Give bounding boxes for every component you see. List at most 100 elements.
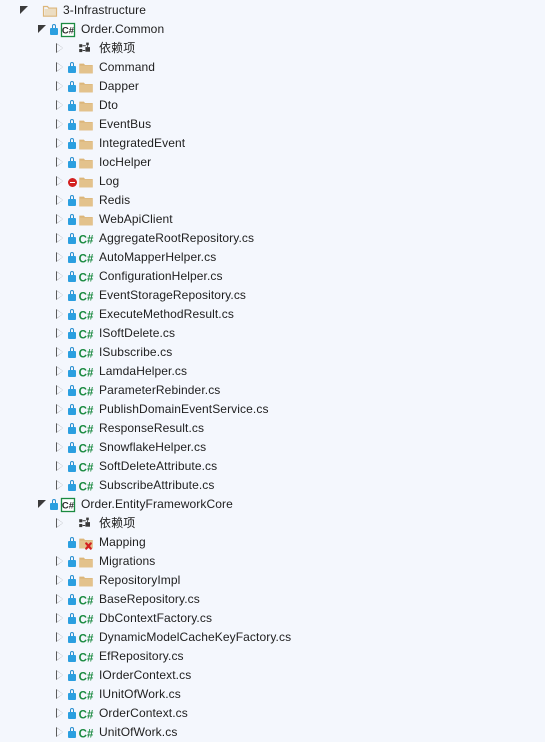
lock-icon bbox=[67, 229, 77, 248]
tree-item[interactable]: C# ParameterRebinder.cs bbox=[0, 381, 545, 400]
tree-item[interactable]: C# SubscribeAttribute.cs bbox=[0, 476, 545, 495]
tree-item[interactable]: C# LamdaHelper.cs bbox=[0, 362, 545, 381]
tree-item[interactable]: C# BaseRepository.cs bbox=[0, 590, 545, 609]
tree-item[interactable]: C# PublishDomainEventService.cs bbox=[0, 400, 545, 419]
tree-item-label: 依赖项 bbox=[99, 516, 136, 530]
tree-item[interactable]: C# OrderContext.cs bbox=[0, 704, 545, 723]
expander-expand-icon[interactable] bbox=[53, 96, 67, 115]
tree-item-label: EventBus bbox=[99, 117, 152, 131]
expander-expand-icon[interactable] bbox=[53, 362, 67, 381]
expander-expand-icon[interactable] bbox=[53, 685, 67, 704]
expander-collapse-icon[interactable] bbox=[35, 20, 49, 39]
tree-item[interactable]: Mapping bbox=[0, 533, 545, 552]
tree-item-label: OrderContext.cs bbox=[99, 706, 188, 720]
tree-item[interactable]: 依赖项 bbox=[0, 39, 545, 58]
tree-item[interactable]: Log bbox=[0, 172, 545, 191]
folder-icon bbox=[78, 155, 94, 171]
tree-item[interactable]: C# ExecuteMethodResult.cs bbox=[0, 305, 545, 324]
expander-expand-icon[interactable] bbox=[53, 457, 67, 476]
svg-text:C#: C# bbox=[79, 234, 94, 246]
expander-expand-icon[interactable] bbox=[53, 552, 67, 571]
expander-expand-icon[interactable] bbox=[53, 590, 67, 609]
expander-expand-icon[interactable] bbox=[53, 609, 67, 628]
expander-expand-icon[interactable] bbox=[53, 381, 67, 400]
tree-item[interactable]: Command bbox=[0, 58, 545, 77]
expander-expand-icon[interactable] bbox=[53, 77, 67, 96]
expander-collapse-icon[interactable] bbox=[17, 1, 31, 20]
expander-expand-icon[interactable] bbox=[53, 305, 67, 324]
expander-expand-icon[interactable] bbox=[53, 723, 67, 742]
tree-item[interactable]: Dapper bbox=[0, 77, 545, 96]
tree-item[interactable]: C# Order.EntityFrameworkCore bbox=[0, 495, 545, 514]
tree-item[interactable]: 3-Infrastructure bbox=[0, 1, 545, 20]
lock-icon bbox=[67, 191, 77, 210]
tree-item[interactable]: C# Order.Common bbox=[0, 20, 545, 39]
solution-explorer-tree[interactable]: 3-Infrastructure C# Order.Common 依赖项 Command… bbox=[0, 0, 545, 742]
tree-item[interactable]: Dto bbox=[0, 96, 545, 115]
tree-item[interactable]: IocHelper bbox=[0, 153, 545, 172]
tree-item[interactable]: C# SnowflakeHelper.cs bbox=[0, 438, 545, 457]
expander-expand-icon[interactable] bbox=[53, 191, 67, 210]
expander-expand-icon[interactable] bbox=[53, 666, 67, 685]
svg-text:C#: C# bbox=[79, 367, 94, 379]
tree-item[interactable]: WebApiClient bbox=[0, 210, 545, 229]
tree-item[interactable]: C# UnitOfWork.cs bbox=[0, 723, 545, 742]
expander-expand-icon[interactable] bbox=[53, 647, 67, 666]
tree-item[interactable]: C# ResponseResult.cs bbox=[0, 419, 545, 438]
tree-item[interactable]: C# IOrderContext.cs bbox=[0, 666, 545, 685]
expander-expand-icon[interactable] bbox=[53, 134, 67, 153]
lock-icon bbox=[67, 362, 77, 381]
tree-item[interactable]: Migrations bbox=[0, 552, 545, 571]
tree-item[interactable]: C# DbContextFactory.cs bbox=[0, 609, 545, 628]
tree-item[interactable]: C# AggregateRootRepository.cs bbox=[0, 229, 545, 248]
tree-item[interactable]: C# AutoMapperHelper.cs bbox=[0, 248, 545, 267]
tree-item[interactable]: C# SoftDeleteAttribute.cs bbox=[0, 457, 545, 476]
lock-icon bbox=[67, 723, 77, 742]
tree-item[interactable]: C# EfRepository.cs bbox=[0, 647, 545, 666]
tree-item[interactable]: C# IUnitOfWork.cs bbox=[0, 685, 545, 704]
expander-expand-icon[interactable] bbox=[53, 286, 67, 305]
tree-item[interactable]: EventBus bbox=[0, 115, 545, 134]
expander-expand-icon[interactable] bbox=[53, 210, 67, 229]
expander-expand-icon[interactable] bbox=[53, 58, 67, 77]
tree-item[interactable]: C# ISoftDelete.cs bbox=[0, 324, 545, 343]
badge-placeholder bbox=[31, 1, 41, 20]
tree-item[interactable]: C# ConfigurationHelper.cs bbox=[0, 267, 545, 286]
expander-expand-icon[interactable] bbox=[53, 571, 67, 590]
expander-expand-icon[interactable] bbox=[53, 248, 67, 267]
expander-collapse-icon[interactable] bbox=[35, 495, 49, 514]
expander-expand-icon[interactable] bbox=[53, 343, 67, 362]
expander-expand-icon[interactable] bbox=[53, 229, 67, 248]
tree-item[interactable]: C# EventStorageRepository.cs bbox=[0, 286, 545, 305]
tree-item[interactable]: 依赖项 bbox=[0, 514, 545, 533]
expander-expand-icon[interactable] bbox=[53, 476, 67, 495]
expander-expand-icon[interactable] bbox=[53, 438, 67, 457]
expander-expand-icon[interactable] bbox=[53, 704, 67, 723]
expander-expand-icon[interactable] bbox=[53, 628, 67, 647]
expander-expand-icon[interactable] bbox=[53, 39, 67, 58]
tree-item-label: EventStorageRepository.cs bbox=[99, 288, 247, 302]
expander-expand-icon[interactable] bbox=[53, 400, 67, 419]
lock-icon bbox=[67, 647, 77, 666]
expander-expand-icon[interactable] bbox=[53, 172, 67, 191]
expander-expand-icon[interactable] bbox=[53, 115, 67, 134]
tree-item-label: ISubscribe.cs bbox=[99, 345, 173, 359]
expander-expand-icon[interactable] bbox=[53, 514, 67, 533]
expander-expand-icon[interactable] bbox=[53, 419, 67, 438]
expander-expand-icon[interactable] bbox=[53, 153, 67, 172]
lock-icon bbox=[67, 96, 77, 115]
tree-item[interactable]: Redis bbox=[0, 191, 545, 210]
csharp-file-icon: C# bbox=[78, 421, 94, 437]
tree-item[interactable]: RepositoryImpl bbox=[0, 571, 545, 590]
expander-expand-icon[interactable] bbox=[53, 267, 67, 286]
tree-item[interactable]: C# DynamicModelCacheKeyFactory.cs bbox=[0, 628, 545, 647]
tree-item[interactable]: IntegratedEvent bbox=[0, 134, 545, 153]
csharp-file-icon: C# bbox=[78, 459, 94, 475]
expander-expand-icon[interactable] bbox=[53, 324, 67, 343]
tree-item[interactable]: C# ISubscribe.cs bbox=[0, 343, 545, 362]
